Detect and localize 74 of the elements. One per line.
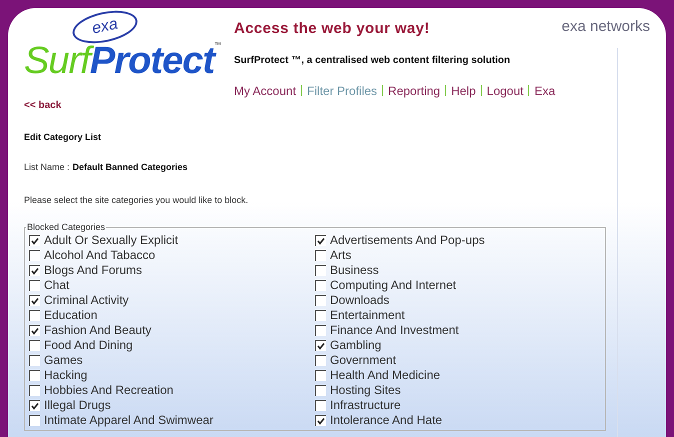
tagline: Access the web your way! — [234, 19, 430, 39]
checkbox[interactable] — [29, 250, 40, 260]
back-link[interactable]: << back — [24, 98, 62, 112]
category-label: Criminal Activity — [44, 294, 129, 306]
checkbox[interactable] — [315, 400, 326, 410]
category-label: Government — [330, 354, 396, 366]
category-label: Games — [44, 354, 83, 366]
checkbox[interactable] — [29, 384, 40, 396]
panel-legend: Blocked Categories — [26, 221, 106, 234]
checkbox[interactable] — [315, 294, 326, 306]
checkbox[interactable] — [29, 370, 40, 380]
check-icon — [317, 342, 325, 350]
category-label: Hosting Sites — [330, 384, 401, 396]
checkbox[interactable] — [315, 264, 326, 276]
category-label: Business — [330, 264, 379, 276]
category-label: Fashion And Beauty — [44, 324, 152, 336]
check-icon — [317, 236, 325, 244]
category-label: Computing And Internet — [330, 279, 456, 291]
instructions: Please select the site categories you would like to block. — [24, 194, 248, 207]
checkbox[interactable] — [315, 250, 326, 260]
category-label: Intolerance And Hate — [330, 414, 442, 426]
category-label: Intimate Apparel And Swimwear — [44, 414, 214, 426]
nav-link[interactable]: My Account — [234, 82, 296, 100]
category-label: Education — [44, 309, 98, 321]
category-label: Adult Or Sexually Explicit — [44, 234, 178, 246]
page-heading: Edit Category List — [24, 130, 102, 144]
checkbox[interactable] — [29, 280, 40, 290]
subtitle: SurfProtect ™, a centralised web content filtering solution — [234, 54, 510, 68]
checkbox[interactable] — [315, 384, 326, 396]
check-icon — [317, 416, 325, 424]
list-name-label: List Name : — [24, 161, 70, 174]
checkbox[interactable] — [315, 280, 326, 290]
category-label: Entertainment — [330, 309, 405, 321]
partner-logo: exa networks — [562, 17, 650, 37]
checkbox[interactable] — [315, 370, 326, 380]
nav-link[interactable]: Reporting — [388, 82, 440, 100]
category-label: Gambling — [330, 339, 382, 351]
category-label: Hobbies And Recreation — [44, 384, 174, 396]
checkbox[interactable] — [29, 264, 40, 276]
category-label: Alcohol And Tabacco — [44, 249, 156, 261]
checkbox[interactable] — [29, 354, 40, 366]
category-label: Hacking — [44, 369, 88, 381]
category-label: Advertisements And Pop-ups — [330, 234, 485, 246]
checkbox[interactable] — [315, 324, 326, 336]
category-label: Downloads — [330, 294, 390, 306]
check-icon — [31, 296, 39, 304]
nav-link[interactable]: Exa — [534, 82, 556, 100]
checkbox[interactable] — [315, 354, 326, 366]
checkbox[interactable] — [29, 400, 40, 410]
category-label: Food And Dining — [44, 339, 133, 351]
category-label: Health And Medicine — [330, 369, 440, 381]
list-name-value: Default Banned Categories — [72, 161, 188, 174]
category-label: Arts — [330, 249, 352, 261]
checkbox[interactable] — [315, 310, 326, 320]
checkbox[interactable] — [29, 294, 40, 306]
check-icon — [31, 326, 39, 334]
check-icon — [31, 266, 39, 274]
checkbox[interactable] — [315, 340, 326, 350]
checkbox[interactable] — [315, 234, 326, 246]
checkbox[interactable] — [29, 310, 40, 320]
category-label: Blogs And Forums — [44, 264, 142, 276]
nav-link[interactable]: Logout — [486, 82, 524, 100]
category-label: Infrastructure — [330, 399, 401, 411]
category-label: Finance And Investment — [330, 324, 459, 336]
check-icon — [31, 236, 39, 244]
category-label: Illegal Drugs — [44, 399, 111, 411]
checkbox[interactable] — [29, 414, 40, 426]
category-label: Chat — [44, 279, 70, 291]
nav-link[interactable]: Help — [451, 82, 476, 100]
checkbox[interactable] — [29, 324, 40, 336]
checkbox[interactable] — [315, 414, 326, 426]
checkbox[interactable] — [29, 340, 40, 350]
checkbox[interactable] — [29, 234, 40, 246]
check-icon — [31, 402, 39, 410]
